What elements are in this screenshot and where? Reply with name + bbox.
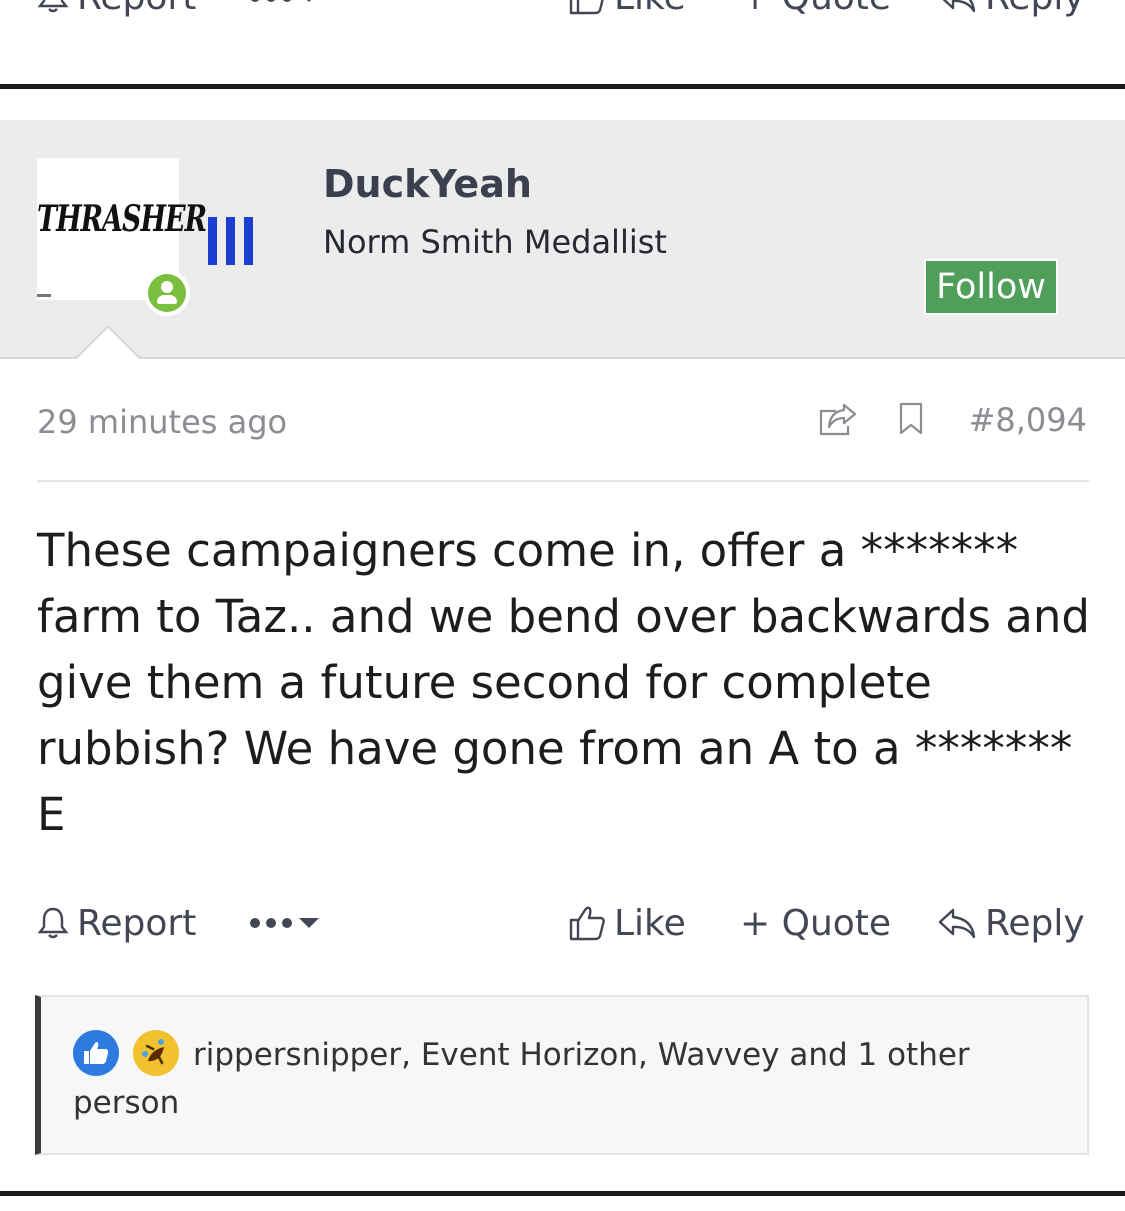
- post-divider: [0, 84, 1125, 89]
- team-colors-icon: [208, 217, 253, 265]
- reply-button[interactable]: Reply: [937, 893, 1085, 953]
- like-label: Like: [614, 902, 686, 944]
- follow-button[interactable]: Follow: [924, 259, 1058, 315]
- report-label: Report: [77, 0, 196, 18]
- reaction-users-text[interactable]: rippersnipper, Event Horizon, Wavvey and…: [73, 1031, 1073, 1127]
- dot-icon: [250, 918, 260, 928]
- report-button[interactable]: Report: [37, 0, 196, 27]
- reactions-bar[interactable]: rippersnipper, Event Horizon, Wavvey and…: [35, 995, 1089, 1155]
- report-button[interactable]: Report: [37, 893, 196, 953]
- caret-down-icon: [307, 0, 311, 2]
- avatar-mark: [37, 294, 51, 297]
- quote-button[interactable]: + Quote: [740, 0, 891, 27]
- like-button[interactable]: Like: [568, 893, 686, 953]
- quote-button[interactable]: + Quote: [740, 893, 891, 953]
- more-options-button[interactable]: [250, 0, 320, 27]
- dot-icon: [266, 0, 276, 2]
- post-timestamp[interactable]: 29 minutes ago: [37, 403, 287, 441]
- online-status-icon: [144, 270, 190, 316]
- thumbs-up-icon: [569, 0, 604, 15]
- quote-label: + Quote: [740, 0, 891, 18]
- reply-label: Reply: [985, 902, 1085, 944]
- profile-pointer: [74, 325, 142, 360]
- user-profile-header: THRASHER DuckYeah Norm Smith Medallist F…: [0, 120, 1125, 359]
- thumbs-up-icon: [569, 906, 605, 941]
- dot-icon: [250, 0, 260, 2]
- meta-separator: [37, 480, 1089, 482]
- reply-label: Reply: [985, 0, 1085, 18]
- thrasher-logo: THRASHER: [37, 198, 207, 241]
- post-body: These campaigners come in, offer a *****…: [37, 524, 1090, 841]
- dot-icon: [282, 0, 292, 2]
- bell-icon: [37, 907, 69, 939]
- username[interactable]: DuckYeah: [323, 162, 532, 206]
- caret-down-icon: [299, 918, 319, 928]
- quote-label: + Quote: [740, 902, 892, 944]
- post-number[interactable]: #8,094: [969, 401, 1087, 439]
- bookmark-icon[interactable]: [898, 402, 924, 436]
- report-label: Report: [77, 902, 197, 944]
- post-divider: [0, 1191, 1125, 1196]
- post-meta: 29 minutes ago #8,094: [0, 395, 1125, 451]
- dot-icon: [282, 918, 292, 928]
- reply-arrow-icon: [942, 0, 976, 13]
- more-options-button[interactable]: [250, 893, 320, 953]
- share-icon[interactable]: [818, 401, 858, 437]
- post-action-bar: Report Like + Quote Reply: [0, 893, 1125, 953]
- reply-arrow-icon: [938, 908, 976, 939]
- like-button[interactable]: Like: [568, 0, 686, 27]
- like-label: Like: [614, 0, 686, 18]
- bell-icon: [37, 0, 69, 13]
- previous-post-action-bar: Report Like + Quote Reply: [0, 0, 1125, 27]
- user-title: Norm Smith Medallist: [323, 223, 667, 261]
- reply-button[interactable]: Reply: [937, 0, 1085, 27]
- dot-icon: [266, 918, 276, 928]
